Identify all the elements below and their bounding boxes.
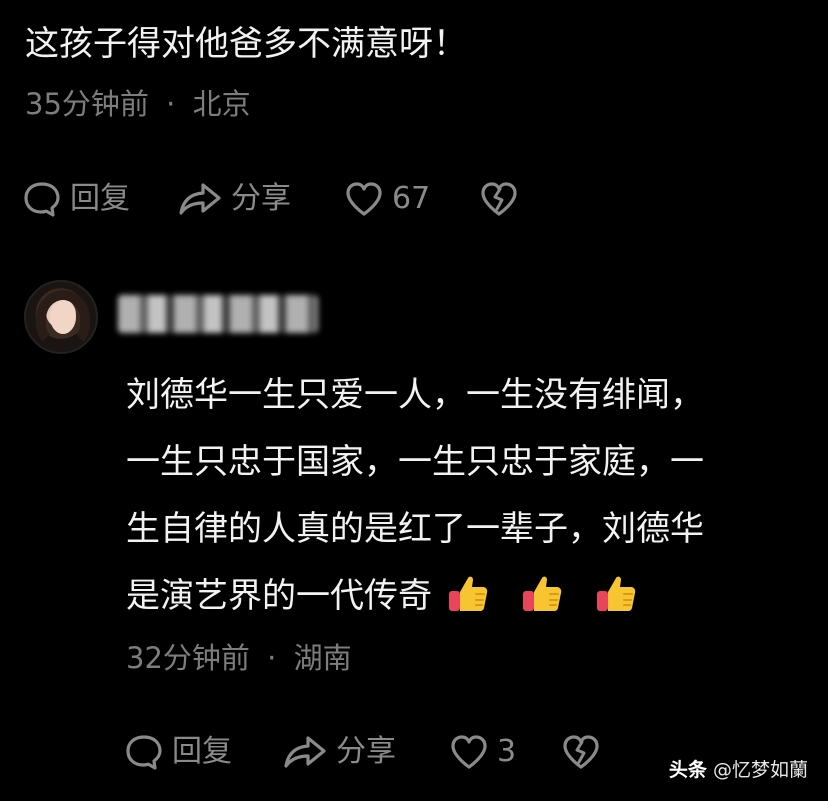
thumbs-up-icon xyxy=(449,576,488,611)
emoji-group xyxy=(432,576,638,616)
thumbs-up-icon xyxy=(597,576,636,611)
thumbs-up-icon xyxy=(523,576,562,611)
reply-button[interactable]: 回复 xyxy=(22,174,177,224)
dislike-button[interactable] xyxy=(561,732,601,772)
share-arrow-icon xyxy=(284,736,326,768)
comment-bubble-icon xyxy=(126,735,162,770)
watermark: 头条 @忆梦如蘭 xyxy=(669,755,808,785)
meta-separator: · xyxy=(267,641,277,675)
comment-1-time: 35分钟前 xyxy=(25,87,149,121)
comment-2-text: 刘德华一生只爱一人，一生没有绯闻， 一生只忠于国家，一生只忠于家庭，一 生自律的… xyxy=(126,362,806,630)
comment-2-line-2: 一生只忠于国家，一生只忠于家庭，一 xyxy=(126,442,704,482)
dislike-button[interactable] xyxy=(479,179,519,219)
comment-1-text: 这孩子得对他爸多不满意呀！ xyxy=(25,24,467,64)
comment-1-meta: 35分钟前 · 北京 xyxy=(25,82,251,126)
watermark-brand: 头条 xyxy=(668,759,707,781)
avatar-face xyxy=(50,300,76,334)
reply-label: 回复 xyxy=(70,181,130,216)
share-button[interactable]: 分享 xyxy=(177,174,344,224)
share-button[interactable]: 分享 xyxy=(282,727,449,777)
meta-separator: · xyxy=(166,87,176,121)
comment-2-time: 32分钟前 xyxy=(126,641,250,675)
like-count: 3 xyxy=(497,734,517,769)
comment-2-line-1: 刘德华一生只爱一人，一生没有绯闻， xyxy=(126,375,704,415)
share-label: 分享 xyxy=(231,181,291,216)
comment-2-line-3: 生自律的人真的是红了一辈子，刘德华 xyxy=(126,509,704,549)
comment-2-actions: 回复 分享 3 xyxy=(124,727,601,777)
heart-icon xyxy=(451,735,487,769)
share-arrow-icon xyxy=(179,183,221,215)
comment-2-meta: 32分钟前 · 湖南 xyxy=(126,636,352,680)
comment-bubble-icon xyxy=(24,182,60,217)
like-button[interactable]: 3 xyxy=(449,727,561,777)
avatar[interactable] xyxy=(24,280,98,354)
heart-icon xyxy=(346,182,382,216)
comment-1-location: 北京 xyxy=(192,87,251,121)
like-button[interactable]: 67 xyxy=(344,174,479,224)
comment-2-line-4: 是演艺界的一代传奇 xyxy=(126,563,806,630)
blurred-username[interactable] xyxy=(118,295,318,333)
share-label: 分享 xyxy=(336,734,396,769)
broken-heart-icon xyxy=(563,735,599,769)
comment-1-actions: 回复 分享 67 xyxy=(22,174,519,224)
watermark-handle: @忆梦如蘭 xyxy=(712,759,808,781)
comment-2-line-4-text: 是演艺界的一代传奇 xyxy=(126,576,432,616)
reply-label: 回复 xyxy=(172,734,232,769)
reply-button[interactable]: 回复 xyxy=(124,727,282,777)
broken-heart-icon xyxy=(481,182,517,216)
comment-2-location: 湖南 xyxy=(293,641,352,675)
like-count: 67 xyxy=(392,181,431,216)
